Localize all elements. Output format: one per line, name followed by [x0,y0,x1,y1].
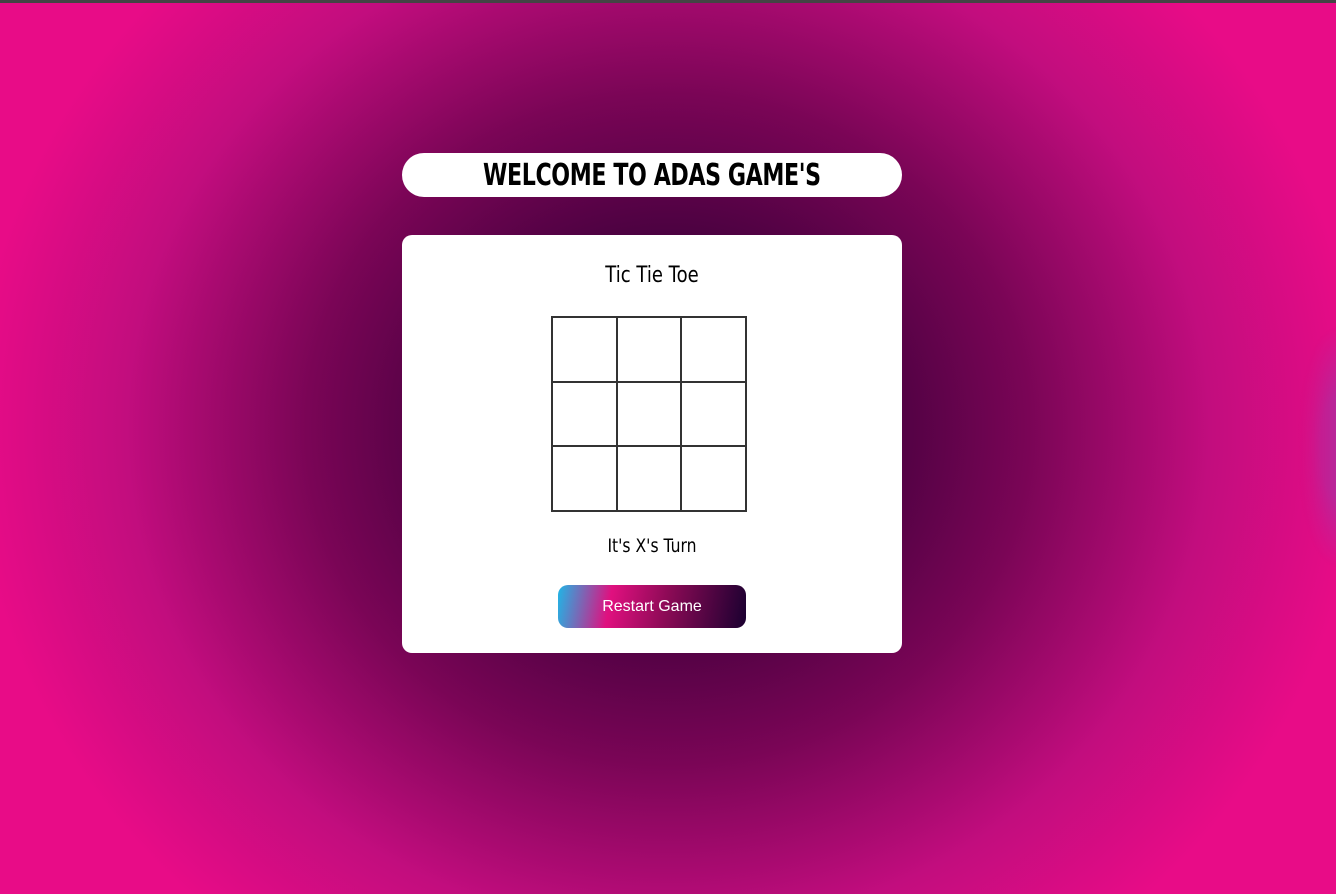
turn-status: It's X's Turn [607,535,697,557]
board-cell-3[interactable] [681,317,746,382]
window-top-border [0,0,1336,3]
board-cell-5[interactable] [616,381,682,447]
board-cell-6[interactable] [681,381,746,447]
board-cell-8[interactable] [616,446,682,511]
welcome-title: WELCOME TO ADAS GAME'S [483,157,821,193]
board-cell-4[interactable] [552,381,617,447]
board-cell-7[interactable] [552,446,617,511]
board-cell-2[interactable] [616,317,682,382]
tic-tac-toe-board [551,316,747,512]
game-title: Tic Tie Toe [605,263,699,288]
board-cell-9[interactable] [681,446,746,511]
welcome-banner: WELCOME TO ADAS GAME'S [402,153,902,197]
board-cell-1[interactable] [552,317,617,382]
background-edge-glow [1296,0,1336,894]
game-card: Tic Tie Toe It's X's Turn Restart Game [402,235,902,653]
restart-game-button[interactable]: Restart Game [558,585,746,628]
